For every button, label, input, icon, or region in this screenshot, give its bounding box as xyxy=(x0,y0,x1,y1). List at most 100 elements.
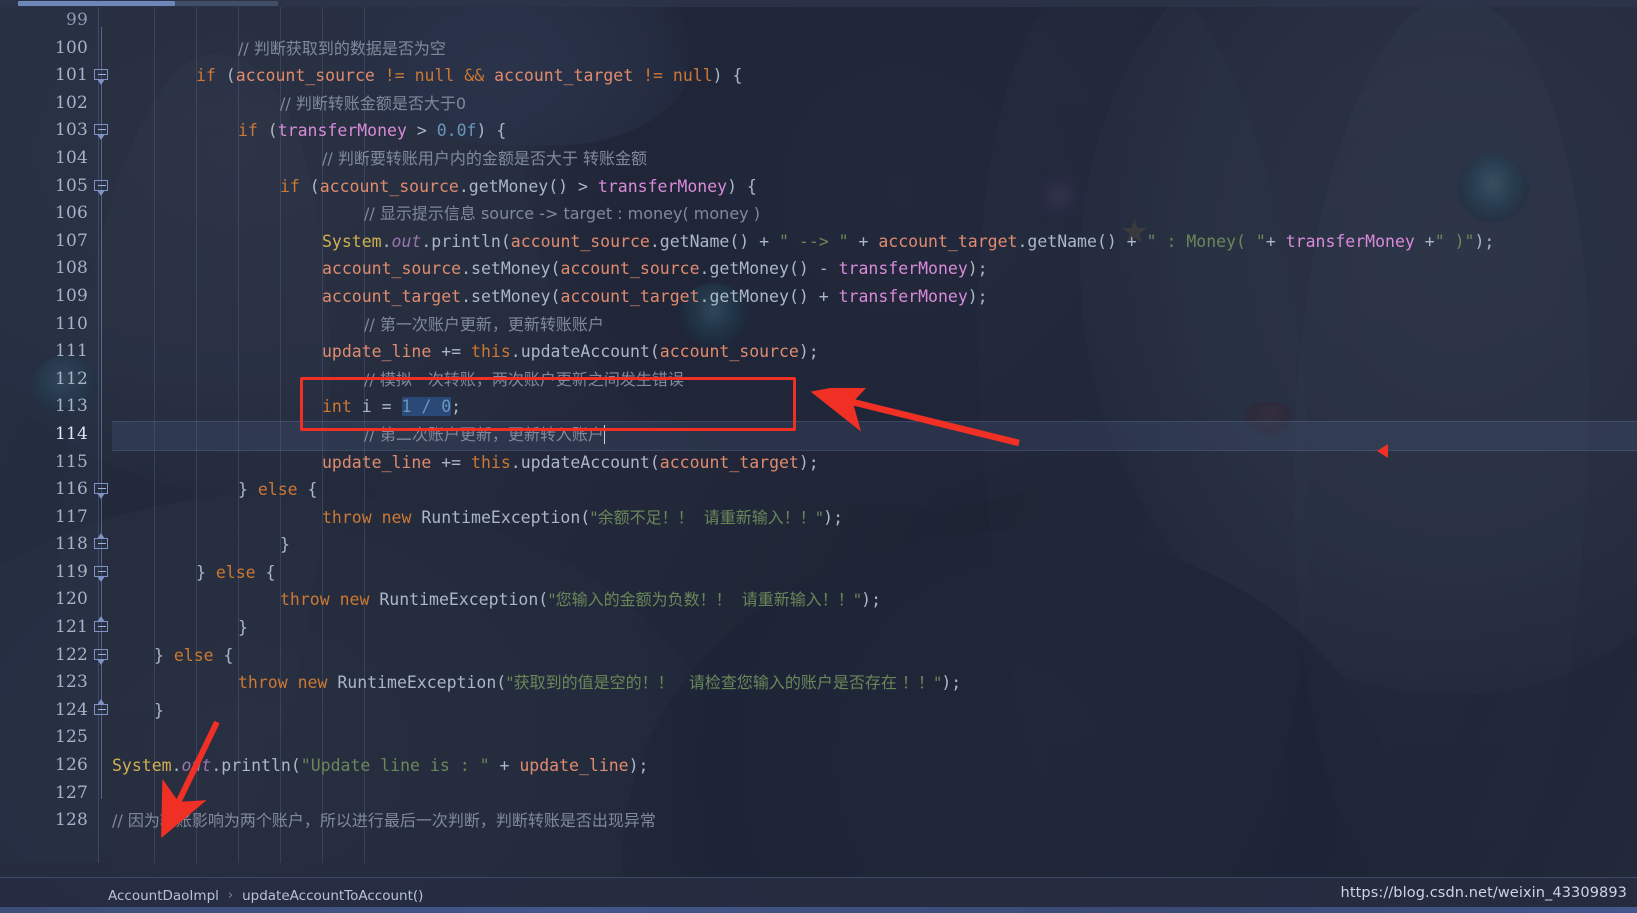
code-line-107[interactable]: System.out.println(account_source.getNam… xyxy=(112,228,1637,256)
fold-marker-119[interactable] xyxy=(94,566,110,582)
gutter-line-116[interactable]: 116 xyxy=(0,476,98,504)
token-var: account_source xyxy=(659,342,799,362)
code-line-128[interactable]: // 因为转账影响为两个账户，所以进行最后一次判断，判断转账是否出现异常 xyxy=(112,807,1637,835)
token-loc: getMoney xyxy=(468,176,549,196)
gutter-line-123[interactable]: 123 xyxy=(0,669,98,697)
fold-marker-121[interactable] xyxy=(94,616,110,636)
code-fold-column[interactable] xyxy=(92,7,112,863)
line-number: 107 xyxy=(54,230,88,251)
code-line-127[interactable] xyxy=(112,780,1637,808)
code-line-121[interactable]: } xyxy=(112,614,1637,642)
token-pun: ) { xyxy=(476,121,507,141)
gutter-line-119[interactable]: 119 xyxy=(0,559,98,587)
token-pun: ); xyxy=(941,673,962,693)
token-var: account_source xyxy=(235,66,375,86)
gutter-line-115[interactable]: 115 xyxy=(0,449,98,477)
gutter-line-127[interactable]: 127 xyxy=(0,780,98,808)
fold-marker-124[interactable] xyxy=(94,699,110,719)
token-pun xyxy=(405,66,415,85)
token-pun: ; xyxy=(451,397,462,417)
gutter-line-101[interactable]: 101 xyxy=(0,62,98,90)
code-line-119[interactable]: } else { xyxy=(112,559,1637,587)
code-line-100[interactable]: // 判断获取到的数据是否为空 xyxy=(112,35,1637,63)
comment: // 显示提示信息 source -> target : money( mone… xyxy=(364,204,760,224)
fold-marker-105[interactable] xyxy=(94,179,110,196)
breadcrumb-method[interactable]: updateAccountToAccount() xyxy=(242,888,423,904)
fold-marker-116[interactable] xyxy=(94,483,110,500)
token-var: account_target xyxy=(560,286,700,306)
code-line-120[interactable]: throw new RuntimeException("您输入的金额为负数！！ … xyxy=(112,586,1637,614)
gutter-line-125[interactable]: 125 xyxy=(0,724,98,752)
breadcrumb[interactable]: AccountDaoImpl › updateAccountToAccount(… xyxy=(108,888,423,904)
gutter-line-109[interactable]: 109 xyxy=(0,283,98,311)
token-pink: transferMoney xyxy=(1285,231,1415,251)
code-line-101[interactable]: if (account_source != null && account_ta… xyxy=(112,62,1637,90)
fold-marker-122[interactable] xyxy=(94,648,110,665)
gutter-line-105[interactable]: 105 xyxy=(0,173,98,201)
code-line-111[interactable]: update_line += this.updateAccount(accoun… xyxy=(112,338,1637,366)
horizontal-scrollbar-thumb[interactable] xyxy=(18,1,175,6)
token-pun xyxy=(633,66,643,85)
gutter-line-124[interactable]: 124 xyxy=(0,697,98,725)
code-line-105[interactable]: if (account_source.getMoney() > transfer… xyxy=(112,173,1637,201)
token-pink: transferMoney xyxy=(838,286,968,306)
code-line-123[interactable]: throw new RuntimeException("获取到的值是空的！！ 请… xyxy=(112,669,1637,697)
line-number: 102 xyxy=(54,92,88,113)
token-var: account_source xyxy=(560,259,700,279)
code-line-117[interactable]: throw new RuntimeException("余额不足！！ 请重新输入… xyxy=(112,504,1637,532)
code-line-110[interactable]: // 第一次账户更新，更新转账账户 xyxy=(112,311,1637,339)
code-line-122[interactable]: } else { xyxy=(112,642,1637,670)
gutter-line-128[interactable]: 128 xyxy=(0,807,98,835)
code-line-115[interactable]: update_line += this.updateAccount(accoun… xyxy=(112,449,1637,477)
gutter-line-120[interactable]: 120 xyxy=(0,586,98,614)
horizontal-scrollbar-track-segment[interactable] xyxy=(175,1,278,6)
gutter-line-106[interactable]: 106 xyxy=(0,200,98,228)
token-kw: throw new xyxy=(238,673,328,693)
gutter-line-118[interactable]: 118 xyxy=(0,531,98,559)
code-line-126[interactable]: System.out.println("Update line is : " +… xyxy=(112,752,1637,780)
gutter-line-99[interactable]: 99 xyxy=(0,7,98,35)
gutter-line-110[interactable]: 110 xyxy=(0,311,98,339)
fold-marker-118[interactable] xyxy=(94,533,110,553)
gutter-line-113[interactable]: 113 xyxy=(0,393,98,421)
code-line-118[interactable]: } xyxy=(112,531,1637,559)
gutter-line-100[interactable]: 100 xyxy=(0,35,98,63)
line-number: 110 xyxy=(54,313,88,334)
token-pun: + xyxy=(848,231,879,251)
horizontal-scrollbar[interactable] xyxy=(0,0,1637,7)
code-line-104[interactable]: // 判断要转账用户内的金额是否大于 转账金额 xyxy=(112,145,1637,173)
gutter-line-114[interactable]: 114 xyxy=(0,421,98,449)
fold-marker-101[interactable] xyxy=(94,69,110,86)
comment: // 判断获取到的数据是否为空 xyxy=(238,38,446,58)
code-line-103[interactable]: if (transferMoney > 0.0f) { xyxy=(112,117,1637,145)
gutter-line-111[interactable]: 111 xyxy=(0,338,98,366)
gutter-line-108[interactable]: 108 xyxy=(0,255,98,283)
gutter-line-107[interactable]: 107 xyxy=(0,228,98,256)
token-kw: else xyxy=(257,480,298,500)
code-line-109[interactable]: account_target.setMoney(account_target.g… xyxy=(112,283,1637,311)
code-line-106[interactable]: // 显示提示信息 source -> target : money( mone… xyxy=(112,200,1637,228)
code-line-99[interactable] xyxy=(112,7,1637,35)
gutter-line-117[interactable]: 117 xyxy=(0,504,98,532)
code-line-124[interactable]: } xyxy=(112,697,1637,725)
token-loc: println xyxy=(431,231,501,251)
gutter-line-102[interactable]: 102 xyxy=(0,90,98,118)
code-line-102[interactable]: // 判断转账金额是否大于0 xyxy=(112,90,1637,118)
gutter-line-126[interactable]: 126 xyxy=(0,752,98,780)
gutter-line-121[interactable]: 121 xyxy=(0,614,98,642)
token-fld-it: out xyxy=(391,231,422,251)
token-kw: else xyxy=(173,645,214,665)
token-pun: += xyxy=(431,342,472,362)
token-pun xyxy=(375,66,385,85)
breadcrumb-class[interactable]: AccountDaoImpl xyxy=(108,888,219,904)
fold-marker-103[interactable] xyxy=(94,124,110,141)
code-line-108[interactable]: account_source.setMoney(account_source.g… xyxy=(112,255,1637,283)
gutter-line-104[interactable]: 104 xyxy=(0,145,98,173)
code-line-125[interactable] xyxy=(112,724,1637,752)
line-number-gutter[interactable]: 99 100 101 102 103 104 105 106 107 108 109 110 111 11… xyxy=(0,7,99,863)
gutter-line-103[interactable]: 103 xyxy=(0,117,98,145)
gutter-line-112[interactable]: 112 xyxy=(0,366,98,394)
token-str: " --> " xyxy=(779,231,849,251)
gutter-line-122[interactable]: 122 xyxy=(0,642,98,670)
code-line-116[interactable]: } else { xyxy=(112,476,1637,504)
